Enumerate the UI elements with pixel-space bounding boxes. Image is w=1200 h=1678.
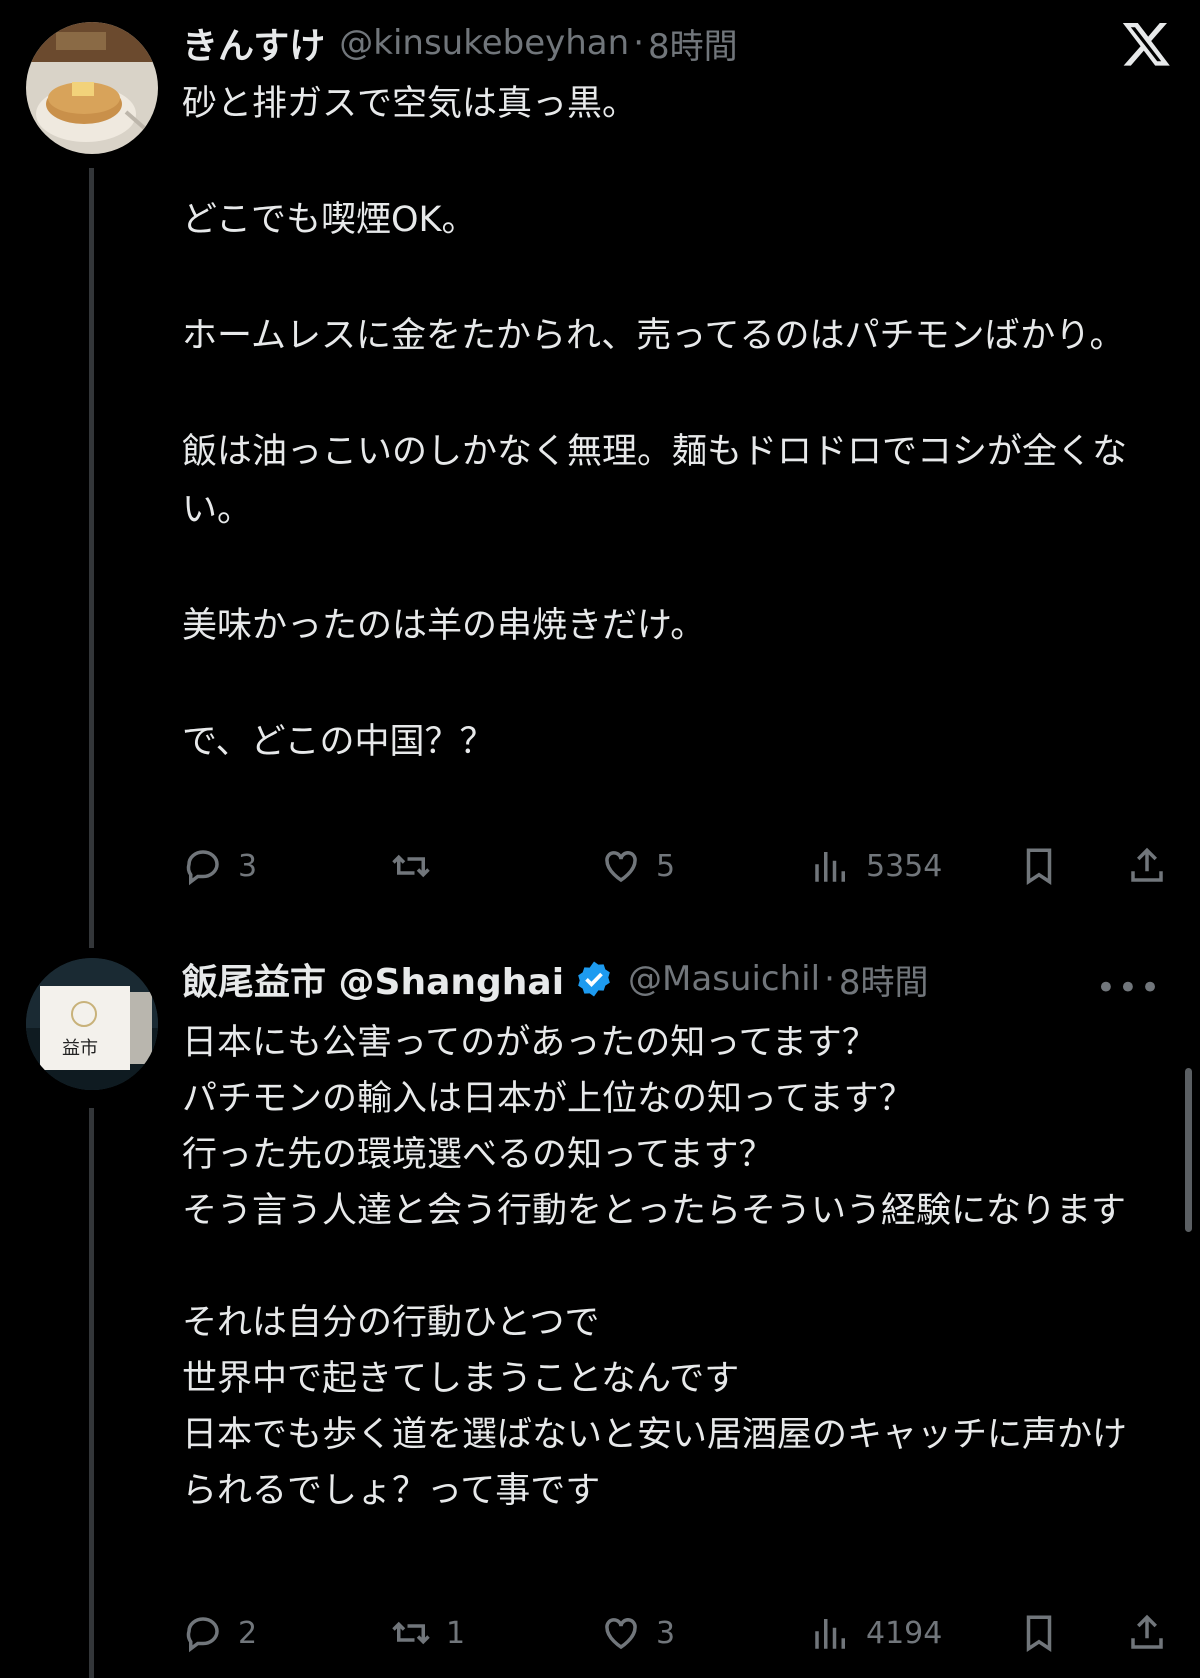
like-count: 3 [656, 1615, 676, 1651]
tweet-paragraph: どこでも喫煙OK。 [182, 200, 477, 240]
display-name[interactable]: きんすけ [182, 17, 325, 69]
views-count: 5354 [866, 848, 943, 884]
bookmark-button[interactable] [1018, 1605, 1060, 1661]
share-button[interactable] [1126, 838, 1168, 894]
like-button[interactable]: 5 [600, 838, 675, 894]
tweet-paragraph: ホームレスに金をたかられ、売ってるのはパチモンばかり。 [182, 316, 1125, 356]
reply-button[interactable]: 3 [182, 838, 257, 894]
retweet-icon [392, 1621, 430, 1645]
scrollbar[interactable] [1185, 1068, 1192, 1232]
tweet-paragraph: 砂と排ガスで空気は真っ黒。 [182, 84, 638, 124]
timestamp[interactable]: 8時間 [839, 955, 929, 1004]
retweet-button[interactable] [390, 838, 446, 894]
retweet-icon [392, 854, 430, 878]
share-icon [1131, 847, 1163, 882]
tweet-text: 日本にも公害ってのがあったの知ってます？ パチモンの輸入は日本が上位なの知ってま… [182, 1015, 1142, 1519]
tweet-paragraph: 飯は油っこいのしかなく無理。麺もドロドロでコシが全くない。 [182, 432, 1128, 530]
thread-line [89, 168, 94, 948]
bookmark-button[interactable] [1018, 838, 1060, 894]
tweet-paragraph: で、どこの中国？？ [182, 722, 495, 762]
like-button[interactable]: 3 [600, 1605, 675, 1661]
views-icon [815, 852, 845, 882]
like-icon [605, 851, 637, 883]
user-handle[interactable]: @kinsukebeyhan [339, 23, 629, 63]
like-icon [605, 1618, 637, 1650]
views-button[interactable]: 4194 [810, 1605, 942, 1661]
pancake-avatar[interactable] [26, 22, 158, 154]
like-count: 5 [656, 848, 676, 884]
tweet-header: きんすけ @kinsukebeyhan · 8時間 [182, 17, 1180, 69]
bookmark-icon [1026, 848, 1052, 886]
masuichi-sign-avatar[interactable]: 益市 [26, 958, 158, 1090]
thread-line [89, 1108, 94, 1678]
more-icon[interactable]: ••• [1096, 968, 1162, 1008]
display-name[interactable]: 飯尾益市 @Shanghai [182, 953, 564, 1005]
reply-button[interactable]: 2 [182, 1605, 257, 1661]
retweet-button[interactable]: 1 [390, 1605, 465, 1661]
reply-icon [186, 850, 219, 886]
tweet-paragraph: それは自分の行動ひとつで 世界中で起きてしまうことなんです 日本でも歩く道を選ば… [182, 1303, 1128, 1511]
tweet-paragraph: 日本にも公害ってのがあったの知ってます？ パチモンの輸入は日本が上位なの知ってま… [182, 1023, 1126, 1231]
tweet-actions: 3 5 5354 [182, 838, 1172, 894]
reply-icon [186, 1617, 219, 1653]
reply-count: 2 [238, 1615, 258, 1651]
retweet-count: 1 [446, 1615, 466, 1651]
views-count: 4194 [866, 1615, 943, 1651]
timestamp[interactable]: 8時間 [648, 19, 738, 68]
tweet-header: 飯尾益市 @Shanghai @Masuichil · 8時間 [182, 953, 1180, 1005]
tweet-text: 砂と排ガスで空気は真っ黒。 どこでも喫煙OK。 ホームレスに金をたかられ、売って… [182, 75, 1142, 771]
views-button[interactable]: 5354 [810, 838, 942, 894]
tweet-paragraph: 美味かったのは羊の串焼きだけ。 [182, 606, 706, 646]
reply-count: 3 [238, 848, 258, 884]
share-button[interactable] [1126, 1605, 1168, 1661]
tweet-actions: 2 1 3 4194 [182, 1605, 1172, 1661]
views-icon [815, 1619, 845, 1649]
separator: · [824, 959, 835, 999]
separator: · [633, 23, 644, 63]
bookmark-icon [1026, 1615, 1052, 1653]
verified-badge-icon[interactable] [574, 959, 614, 999]
share-icon [1131, 1614, 1163, 1649]
avatar-sign-text: 益市 [62, 1038, 98, 1059]
user-handle[interactable]: @Masuichil [628, 959, 820, 999]
